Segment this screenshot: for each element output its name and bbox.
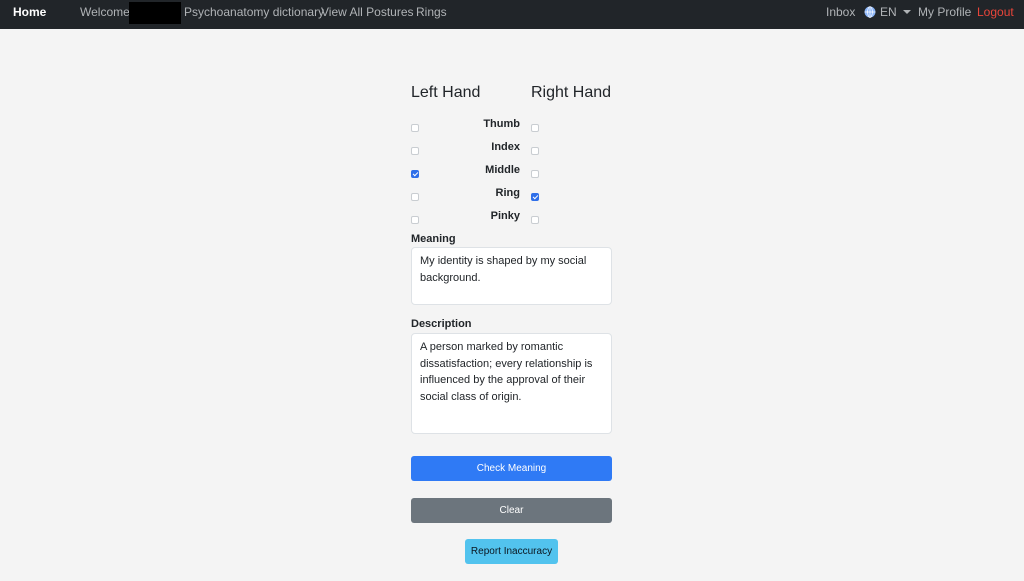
right-thumb-checkbox[interactable] bbox=[531, 124, 539, 132]
meaning-textarea[interactable]: My identity is shaped by my social backg… bbox=[411, 247, 612, 305]
nav-link-logout[interactable]: Logout bbox=[977, 0, 1014, 29]
description-label: Description bbox=[411, 318, 472, 330]
right-middle-checkbox[interactable] bbox=[531, 170, 539, 178]
language-dropdown[interactable]: EN bbox=[864, 0, 911, 29]
nav-link-my-profile[interactable]: My Profile bbox=[918, 0, 971, 29]
left-hand-title: Left Hand bbox=[411, 84, 481, 101]
redacted-username bbox=[129, 2, 181, 24]
right-pinky-checkbox[interactable] bbox=[531, 216, 539, 224]
nav-link-dictionary[interactable]: Psychoanatomy dictionary bbox=[184, 0, 324, 29]
right-index-checkbox[interactable] bbox=[531, 147, 539, 155]
language-label: EN bbox=[880, 5, 897, 19]
finger-label-pinky: Pinky bbox=[490, 210, 520, 222]
check-meaning-button[interactable]: Check Meaning bbox=[411, 456, 612, 481]
right-ring-checkbox[interactable] bbox=[531, 193, 539, 201]
nav-link-inbox[interactable]: Inbox bbox=[826, 0, 855, 29]
top-navbar: Home Welcome, Psychoanatomy dictionary V… bbox=[0, 0, 1024, 29]
finger-label-middle: Middle bbox=[485, 164, 520, 176]
home-link[interactable]: Home bbox=[13, 0, 46, 29]
description-textarea[interactable]: A person marked by romantic dissatisfact… bbox=[411, 333, 612, 434]
finger-label-thumb: Thumb bbox=[483, 118, 520, 130]
finger-label-index: Index bbox=[491, 141, 520, 153]
report-inaccuracy-button[interactable]: Report Inaccuracy bbox=[465, 539, 558, 564]
right-hand-title: Right Hand bbox=[531, 84, 612, 101]
finger-label-ring: Ring bbox=[495, 187, 520, 199]
clear-button[interactable]: Clear bbox=[411, 498, 612, 523]
globe-icon bbox=[864, 6, 876, 18]
nav-link-rings[interactable]: Rings bbox=[416, 0, 447, 29]
nav-link-view-all-postures[interactable]: View All Postures bbox=[321, 0, 414, 29]
welcome-text: Welcome, bbox=[80, 5, 134, 19]
meaning-label: Meaning bbox=[411, 233, 456, 245]
chevron-down-icon bbox=[902, 10, 911, 14]
